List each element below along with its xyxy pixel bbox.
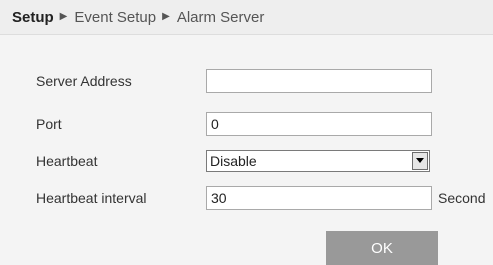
breadcrumb-item-alarm-server: Alarm Server xyxy=(176,8,265,26)
breadcrumb-item-event-setup[interactable]: Event Setup xyxy=(74,9,156,26)
heartbeat-select[interactable]: Disable xyxy=(206,150,430,172)
breadcrumb-separator-icon: ▶ xyxy=(59,10,68,22)
alarm-server-form: Server Address Port Heartbeat Disable He… xyxy=(0,35,493,265)
port-input[interactable] xyxy=(206,112,432,136)
dropdown-arrow-icon[interactable] xyxy=(412,152,428,170)
heartbeat-select-value: Disable xyxy=(210,153,257,169)
ok-button[interactable]: OK xyxy=(326,231,438,265)
breadcrumb: Setup ▶ Event Setup ▶ Alarm Server xyxy=(0,0,493,35)
port-label: Port xyxy=(36,116,62,132)
heartbeat-interval-unit: Second xyxy=(438,190,486,206)
server-address-input[interactable] xyxy=(206,69,432,93)
heartbeat-label: Heartbeat xyxy=(36,153,98,169)
heartbeat-interval-input[interactable] xyxy=(206,186,432,210)
breadcrumb-separator-icon: ▶ xyxy=(162,10,170,22)
breadcrumb-item-setup[interactable]: Setup xyxy=(12,9,54,26)
server-address-label: Server Address xyxy=(36,73,132,89)
heartbeat-interval-label: Heartbeat interval xyxy=(36,190,147,206)
